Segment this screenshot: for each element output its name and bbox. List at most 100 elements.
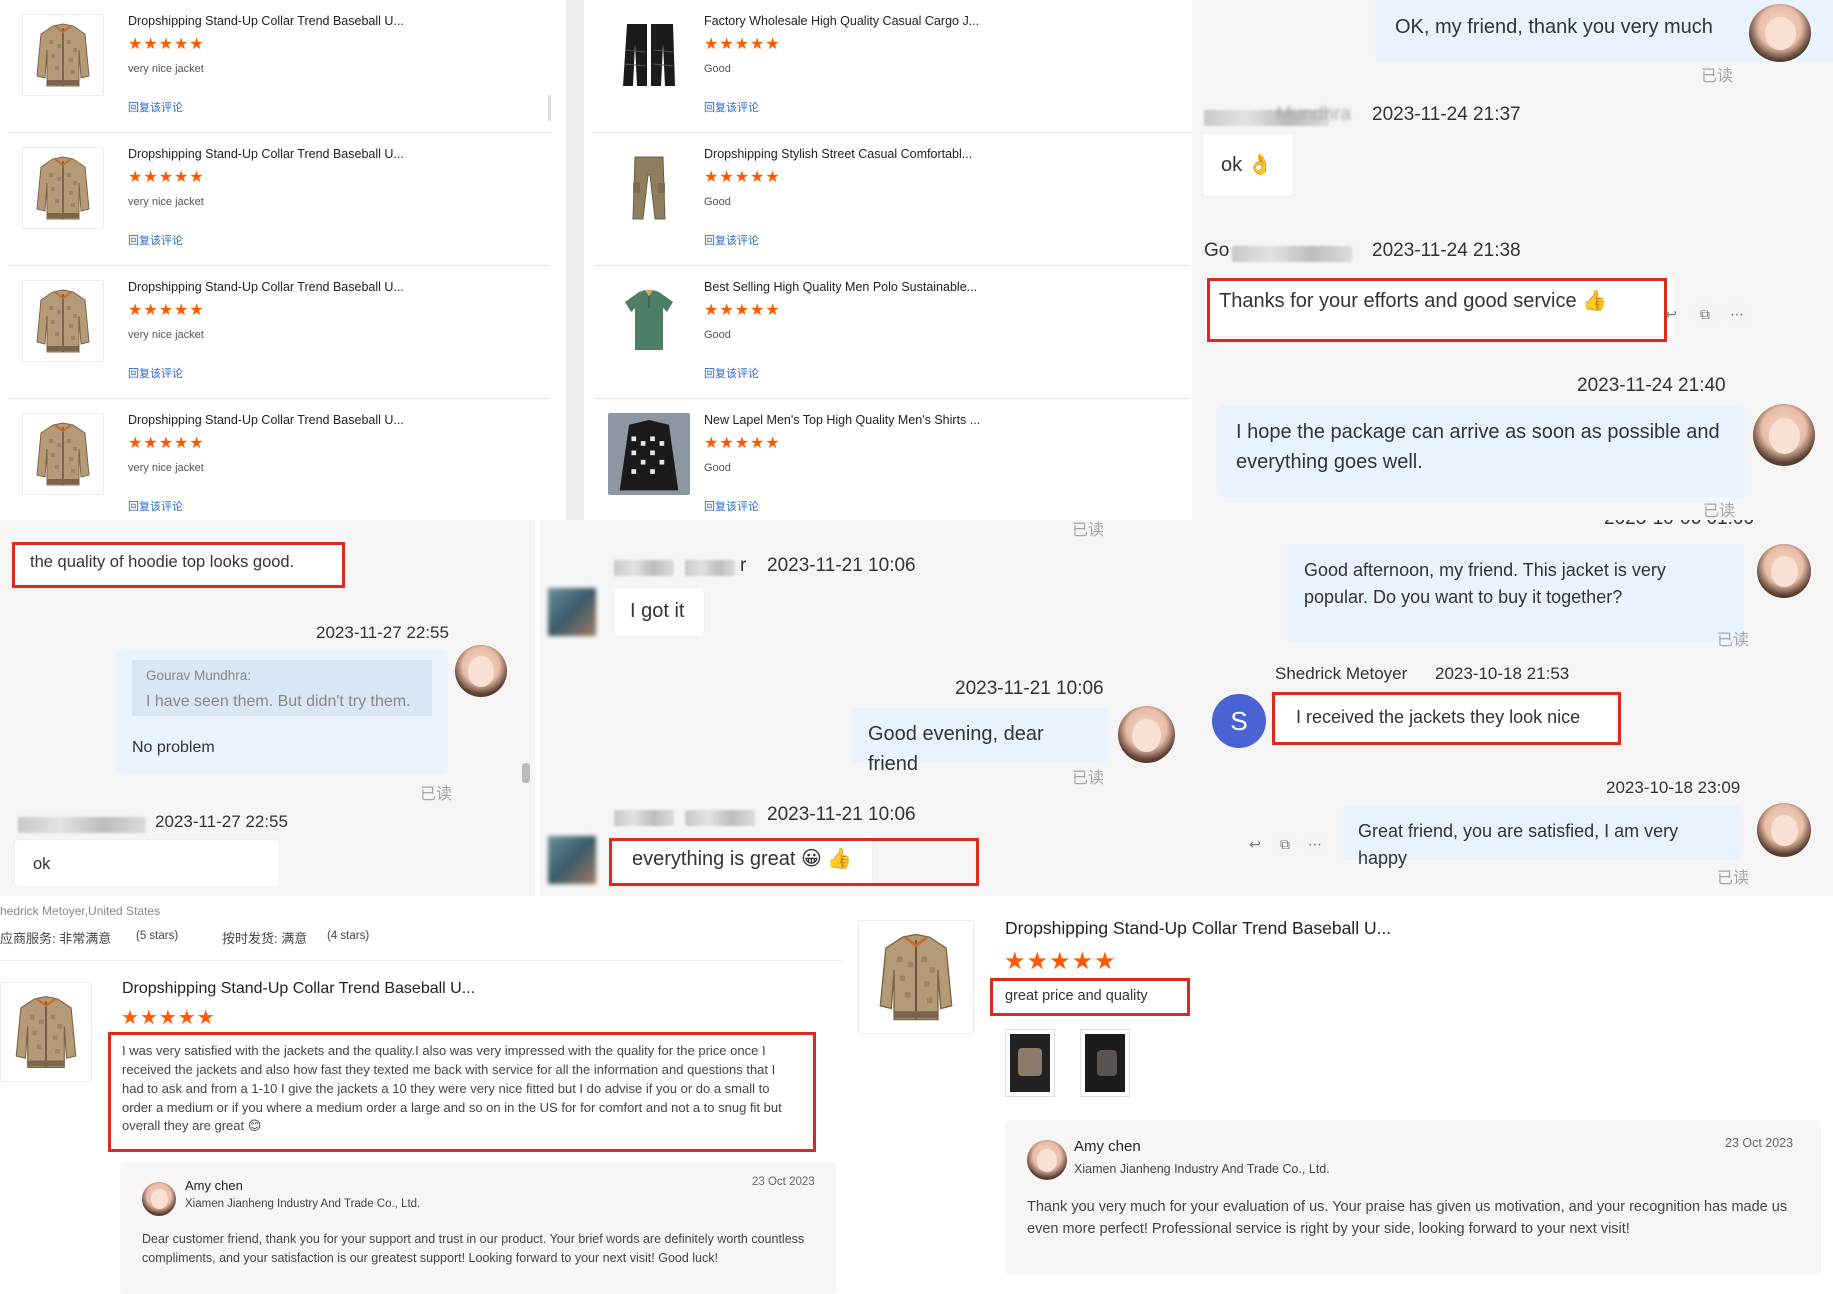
- product-title[interactable]: Dropshipping Stylish Street Casual Comfo…: [704, 147, 972, 161]
- message-timestamp: 2023-11-21 10:06: [767, 555, 916, 576]
- review-photo[interactable]: [1081, 1030, 1129, 1096]
- review-text: very nice jacket: [128, 63, 204, 75]
- reply-text: Dear customer friend, thank you for your…: [142, 1232, 805, 1266]
- reply-review-link[interactable]: 回复该评论: [128, 232, 183, 248]
- seller-avatar[interactable]: [1753, 404, 1815, 466]
- seller-message: Great friend, you are satisfied, I am ve…: [1342, 806, 1742, 868]
- polo-thumbnail[interactable]: [608, 280, 690, 362]
- message-text: I hope the package can arrive as soon as…: [1236, 421, 1720, 473]
- quoted-message: Gourav Mundhra: I have seen them. But di…: [132, 660, 432, 716]
- read-status: 已读: [1717, 632, 1750, 649]
- chat-panel-mid-left: the quality of hoodie top looks good. 20…: [0, 520, 535, 896]
- cargo-pants-thumbnail[interactable]: [608, 147, 690, 229]
- review-item: Dropshipping Stand-Up Collar Trend Baseb…: [8, 133, 550, 266]
- divider: [0, 960, 842, 961]
- review-text: very nice jacket: [128, 196, 204, 208]
- rating-stars: ★★★★★: [704, 169, 781, 186]
- review-text: Good: [704, 63, 731, 75]
- review-item: Best Selling High Quality Men Polo Susta…: [594, 266, 1190, 399]
- message-timestamp: 2023-11-27 22:55: [155, 812, 288, 831]
- message-timestamp: 2023-10-06 01:00: [1604, 520, 1754, 530]
- jacket-thumbnail[interactable]: [22, 413, 104, 495]
- message-text: Great friend, you are satisfied, I am ve…: [1358, 821, 1679, 868]
- blurred-name: [614, 560, 674, 576]
- seller-avatar[interactable]: [1027, 1140, 1067, 1180]
- seller-avatar[interactable]: [1757, 544, 1811, 598]
- jeans-thumbnail[interactable]: [608, 14, 690, 96]
- buyer-message: ok: [15, 840, 279, 886]
- product-title[interactable]: Dropshipping Stand-Up Collar Trend Baseb…: [128, 413, 404, 427]
- more-icon[interactable]: ⋯: [1303, 832, 1327, 856]
- message-timestamp: 2023-11-21 10:06: [955, 678, 1104, 699]
- jacket-thumbnail[interactable]: [858, 920, 974, 1034]
- buyer-avatar[interactable]: S: [1212, 694, 1266, 748]
- product-title[interactable]: Dropshipping Stand-Up Collar Trend Baseb…: [128, 14, 404, 28]
- reply-review-link[interactable]: 回复该评论: [128, 365, 183, 381]
- scrollbar[interactable]: [522, 763, 530, 783]
- quoted-sender: Gourav Mundhra:: [146, 668, 252, 683]
- buyer-message: ok 👌: [1203, 134, 1293, 196]
- translate-icon[interactable]: ⧉: [1273, 832, 1297, 856]
- product-title[interactable]: Dropshipping Stand-Up Collar Trend Baseb…: [1005, 918, 1391, 939]
- product-title[interactable]: Dropshipping Stand-Up Collar Trend Baseb…: [128, 147, 404, 161]
- reply-review-link[interactable]: 回复该评论: [704, 232, 759, 248]
- reply-review-link[interactable]: 回复该评论: [704, 498, 759, 514]
- highlight-box: [108, 1032, 816, 1152]
- review-text: very nice jacket: [128, 462, 204, 474]
- review-detail-right: Dropshipping Stand-Up Collar Trend Baseb…: [850, 896, 1833, 1294]
- highlight-box: [609, 838, 979, 886]
- reply-review-link[interactable]: 回复该评论: [704, 365, 759, 381]
- seller-avatar[interactable]: [455, 645, 507, 697]
- highlight-box: [12, 542, 345, 588]
- jacket-thumbnail[interactable]: [0, 982, 92, 1082]
- reply-icon[interactable]: ↩: [1659, 302, 1683, 326]
- buyer-avatar[interactable]: [548, 588, 596, 636]
- review-detail-left: hedrick Metoyer,United States 应商服务: 非常满意…: [0, 896, 850, 1294]
- rating-stars: ★★★★★: [128, 169, 205, 186]
- rating-label: 按时发货: 满意: [222, 931, 308, 946]
- rating-stars-count: (4 stars): [327, 930, 370, 942]
- translate-icon[interactable]: ⧉: [1693, 302, 1717, 326]
- jacket-thumbnail[interactable]: [22, 280, 104, 362]
- seller-message: I hope the package can arrive as soon as…: [1218, 405, 1746, 497]
- seller-avatar[interactable]: [1749, 4, 1811, 62]
- rating-stars: ★★★★★: [121, 1007, 216, 1029]
- reply-review-link[interactable]: 回复该评论: [704, 99, 759, 115]
- read-status: 已读: [1072, 770, 1105, 787]
- buyer-avatar[interactable]: [548, 836, 596, 884]
- review-item: Dropshipping Stand-Up Collar Trend Baseb…: [8, 0, 550, 133]
- read-status: 已读: [1072, 522, 1105, 539]
- reply-review-link[interactable]: 回复该评论: [128, 498, 183, 514]
- message-timestamp: 2023-11-24 21:38: [1372, 240, 1521, 261]
- product-title[interactable]: Dropshipping Stand-Up Collar Trend Baseb…: [128, 280, 404, 294]
- photo-jacket-icon: [1097, 1050, 1117, 1076]
- review-item: New Lapel Men's Top High Quality Men's S…: [594, 399, 1190, 520]
- seller-avatar[interactable]: [142, 1182, 176, 1216]
- scrollbar[interactable]: [548, 95, 551, 121]
- jacket-thumbnail[interactable]: [22, 147, 104, 229]
- shirt-thumbnail[interactable]: [608, 413, 690, 495]
- review-item: Factory Wholesale High Quality Casual Ca…: [594, 0, 1190, 133]
- more-icon[interactable]: ⋯: [1725, 302, 1749, 326]
- seller-avatar[interactable]: [1118, 706, 1175, 763]
- product-title[interactable]: Dropshipping Stand-Up Collar Trend Baseb…: [122, 980, 475, 998]
- photo-jacket-icon: [1018, 1048, 1042, 1076]
- review-photo[interactable]: [1006, 1030, 1054, 1096]
- reply-review-link[interactable]: 回复该评论: [128, 99, 183, 115]
- seller-avatar[interactable]: [1757, 803, 1811, 857]
- rating-stars: ★★★★★: [704, 36, 781, 53]
- reply-icon[interactable]: ↩: [1243, 832, 1267, 856]
- jacket-thumbnail[interactable]: [22, 14, 104, 96]
- product-title[interactable]: New Lapel Men's Top High Quality Men's S…: [704, 413, 980, 427]
- message-text: Good evening, dear friend: [868, 723, 1044, 775]
- sender-name: Mundhra: [1276, 104, 1351, 125]
- message-text: I got it: [630, 600, 685, 622]
- review-text: Good: [704, 196, 731, 208]
- product-title[interactable]: Factory Wholesale High Quality Casual Ca…: [704, 14, 979, 28]
- seller-reply-card: Amy chen Xiamen Jianheng Industry And Tr…: [1005, 1120, 1821, 1274]
- product-title[interactable]: Best Selling High Quality Men Polo Susta…: [704, 280, 977, 294]
- message-text: No problem: [132, 739, 215, 756]
- seller-reply-card: Amy chen Xiamen Jianheng Industry And Tr…: [120, 1162, 836, 1294]
- message-timestamp: 2023-11-27 22:55: [316, 623, 449, 642]
- chat-panel-top-right: OK, my friend, thank you very much 已读 Mu…: [1192, 0, 1833, 520]
